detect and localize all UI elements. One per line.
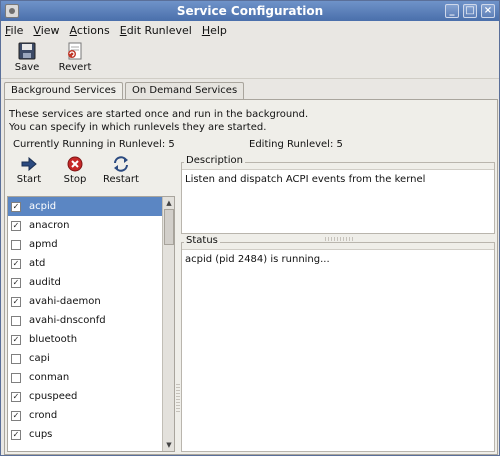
window-controls: _ □ × bbox=[445, 4, 495, 18]
service-row[interactable]: ✓ cpuspeed bbox=[8, 387, 174, 406]
service-name: capi bbox=[29, 353, 50, 364]
service-name: avahi-dnsconfd bbox=[29, 315, 106, 326]
info-text: These services are started once and run … bbox=[9, 108, 308, 134]
service-name: acpid bbox=[29, 201, 57, 212]
service-checkbox[interactable]: ✓ bbox=[11, 334, 21, 345]
service-row[interactable]: capi bbox=[8, 349, 174, 368]
menu-edit-runlevel[interactable]: Edit Runlevel bbox=[120, 24, 192, 37]
maximize-button[interactable]: □ bbox=[463, 4, 477, 18]
start-arrow-icon bbox=[20, 156, 38, 172]
editing-runlevel: Editing Runlevel: 5 bbox=[249, 139, 343, 150]
info-line-1: These services are started once and run … bbox=[9, 109, 309, 120]
menu-help[interactable]: Help bbox=[202, 24, 227, 37]
service-configuration-window: Service Configuration _ □ × File View Ac… bbox=[0, 0, 500, 456]
status-label: Status bbox=[184, 235, 220, 246]
service-checkbox[interactable] bbox=[11, 239, 21, 250]
save-button[interactable]: Save bbox=[7, 39, 47, 77]
service-name: auditd bbox=[29, 277, 61, 288]
background-services-panel: These services are started once and run … bbox=[4, 99, 498, 455]
revert-icon bbox=[65, 42, 85, 60]
service-row[interactable]: ✓ cups bbox=[8, 425, 174, 444]
scroll-up-arrow[interactable]: ▲ bbox=[163, 197, 174, 209]
service-row[interactable]: conman bbox=[8, 368, 174, 387]
service-checkbox[interactable]: ✓ bbox=[11, 391, 21, 402]
service-name: avahi-daemon bbox=[29, 296, 101, 307]
details-resize-handle[interactable] bbox=[325, 237, 355, 241]
service-checkbox[interactable]: ✓ bbox=[11, 201, 21, 212]
revert-label: Revert bbox=[58, 62, 92, 73]
window-title: Service Configuration bbox=[176, 4, 324, 18]
service-name: anacron bbox=[29, 220, 70, 231]
service-row[interactable]: ✓ avahi-daemon bbox=[8, 292, 174, 311]
service-tabs: Background Services On Demand Services bbox=[4, 82, 246, 101]
menu-actions[interactable]: Actions bbox=[70, 24, 110, 37]
stop-button[interactable]: Stop bbox=[57, 156, 93, 185]
minimize-button[interactable]: _ bbox=[445, 4, 459, 18]
service-name: apmd bbox=[29, 239, 58, 250]
service-name: bluetooth bbox=[29, 334, 78, 345]
service-name: conman bbox=[29, 372, 70, 383]
service-checkbox[interactable]: ✓ bbox=[11, 429, 21, 440]
service-row[interactable]: ✓ atd bbox=[8, 254, 174, 273]
service-list-scrollbar[interactable]: ▲ ▼ bbox=[162, 197, 174, 451]
menu-file[interactable]: File bbox=[5, 24, 23, 37]
start-label: Start bbox=[16, 174, 42, 185]
service-checkbox[interactable]: ✓ bbox=[11, 410, 21, 421]
service-list[interactable]: ✓ acpid ✓ anacron apmd ✓ atd ✓ auditd ✓ avahi-daem… bbox=[7, 196, 175, 452]
stop-icon bbox=[66, 156, 84, 172]
restart-button[interactable]: Restart bbox=[103, 156, 139, 185]
scroll-down-arrow[interactable]: ▼ bbox=[163, 439, 174, 451]
toolbar: Save Revert bbox=[1, 39, 499, 79]
menu-view[interactable]: View bbox=[33, 24, 59, 37]
service-name: atd bbox=[29, 258, 46, 269]
service-row[interactable]: ✓ crond bbox=[8, 406, 174, 425]
service-name: cpuspeed bbox=[29, 391, 78, 402]
service-name: cups bbox=[29, 429, 53, 440]
service-name: crond bbox=[29, 410, 58, 421]
start-button[interactable]: Start bbox=[11, 156, 47, 185]
description-label: Description bbox=[184, 155, 245, 166]
menu-bar: File View Actions Edit Runlevel Help bbox=[1, 21, 499, 39]
service-row[interactable]: apmd bbox=[8, 235, 174, 254]
save-label: Save bbox=[14, 62, 40, 73]
service-row[interactable]: ✓ anacron bbox=[8, 216, 174, 235]
service-checkbox[interactable] bbox=[11, 353, 21, 364]
status-text: acpid (pid 2484) is running... bbox=[182, 249, 494, 451]
close-button[interactable]: × bbox=[481, 4, 495, 18]
service-checkbox[interactable] bbox=[11, 372, 21, 383]
info-line-2: You can specify in which runlevels they … bbox=[9, 122, 267, 133]
status-frame: Status acpid (pid 2484) is running... bbox=[181, 235, 495, 452]
title-bar[interactable]: Service Configuration _ □ × bbox=[1, 1, 499, 21]
restart-label: Restart bbox=[103, 174, 139, 185]
restart-icon bbox=[112, 156, 130, 172]
app-icon bbox=[5, 4, 19, 18]
service-checkbox[interactable] bbox=[11, 315, 21, 326]
description-frame: Description Listen and dispatch ACPI eve… bbox=[181, 155, 495, 234]
stop-label: Stop bbox=[63, 174, 87, 185]
service-row[interactable]: ✓ bluetooth bbox=[8, 330, 174, 349]
save-icon bbox=[17, 42, 37, 60]
service-checkbox[interactable]: ✓ bbox=[11, 296, 21, 307]
revert-button[interactable]: Revert bbox=[55, 39, 95, 77]
current-runlevel: Currently Running in Runlevel: 5 bbox=[13, 139, 175, 150]
scroll-thumb[interactable] bbox=[164, 209, 174, 245]
service-checkbox[interactable]: ✓ bbox=[11, 277, 21, 288]
description-text: Listen and dispatch ACPI events from the… bbox=[182, 169, 494, 233]
service-toolbar: Start Stop Restart bbox=[11, 156, 139, 185]
service-checkbox[interactable]: ✓ bbox=[11, 258, 21, 269]
service-row[interactable]: ✓ auditd bbox=[8, 273, 174, 292]
service-row[interactable]: avahi-dnsconfd bbox=[8, 311, 174, 330]
tab-on-demand-services[interactable]: On Demand Services bbox=[125, 82, 245, 100]
service-row[interactable]: ✓ acpid bbox=[8, 197, 174, 216]
service-checkbox[interactable]: ✓ bbox=[11, 220, 21, 231]
